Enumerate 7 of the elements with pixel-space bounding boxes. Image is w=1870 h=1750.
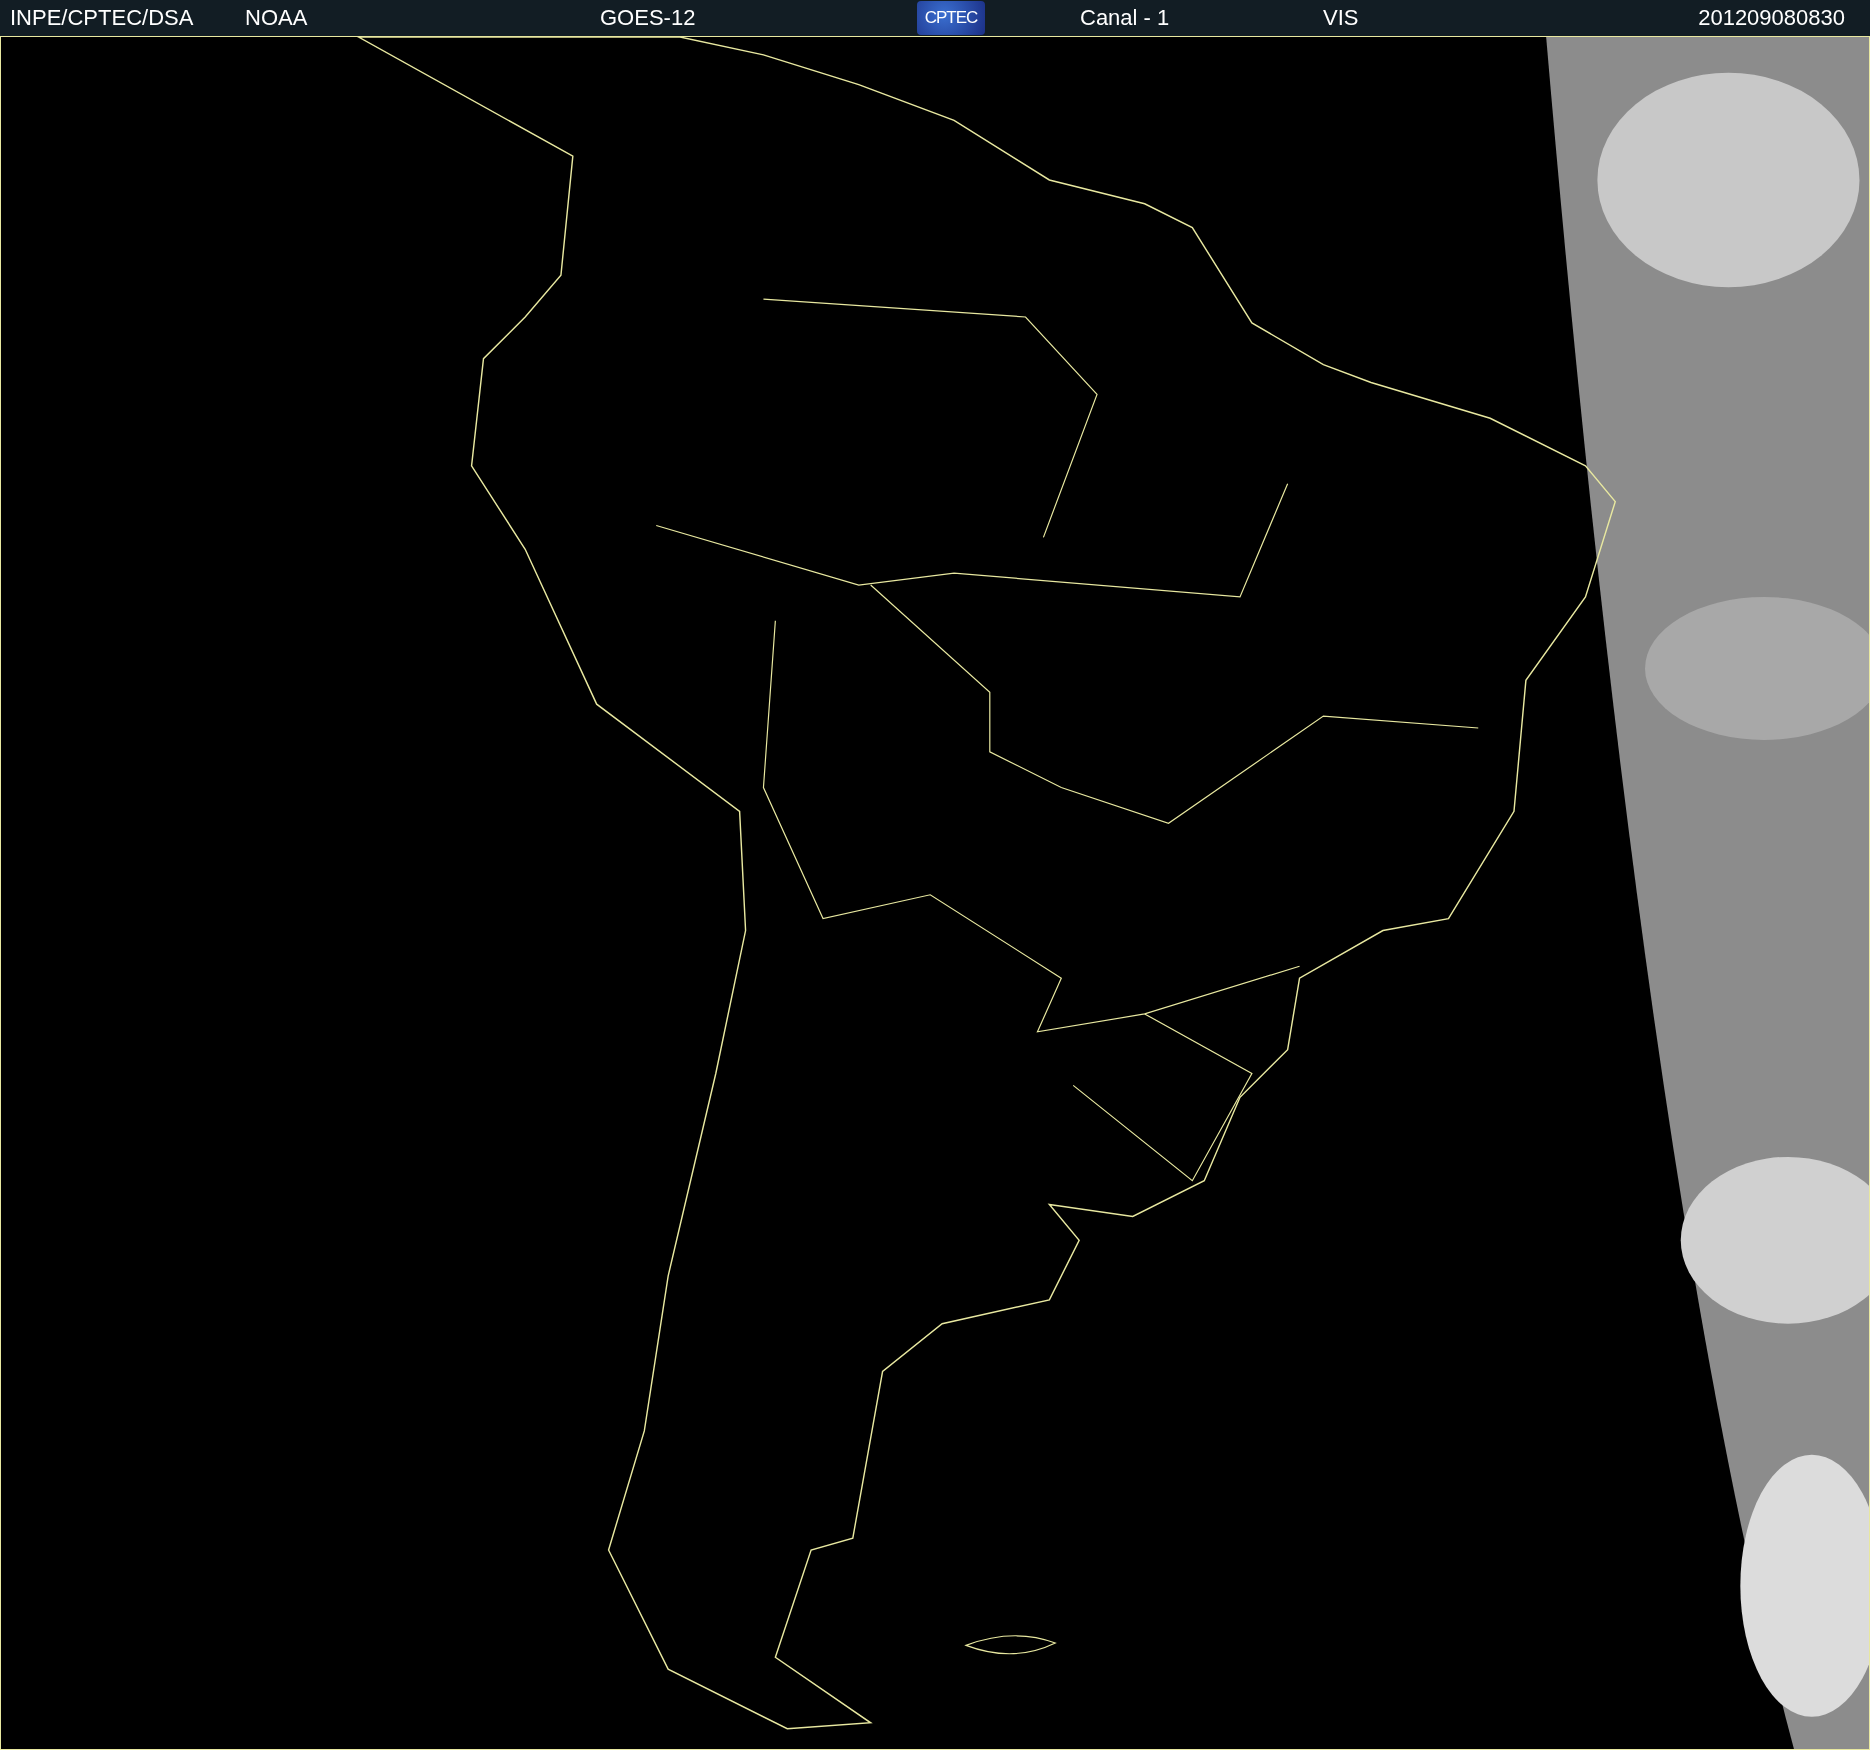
- header-label: VIS: [1323, 7, 1360, 29]
- header-label: 201209080830: [1698, 7, 1845, 29]
- header-label: Canal - 1: [1080, 7, 1171, 29]
- logo: CPTEC: [917, 1, 985, 35]
- header-label: INPE/CPTEC/DSA: [10, 7, 195, 29]
- header-label: GOES-12: [600, 7, 697, 29]
- header-label: NOAA: [245, 7, 309, 29]
